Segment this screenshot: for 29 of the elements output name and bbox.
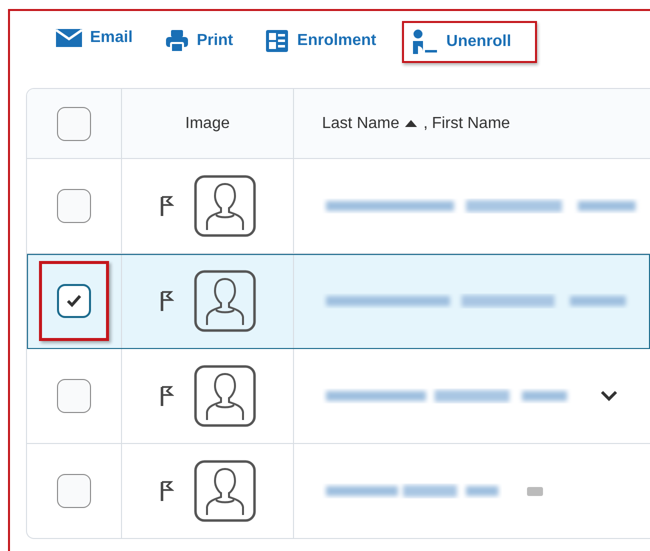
user-icon [194,365,256,427]
checkbox[interactable] [57,379,91,413]
checkbox[interactable] [57,106,91,140]
checkbox[interactable] [57,284,91,318]
checkbox[interactable] [57,189,91,223]
user-minus-icon [412,29,438,55]
column-header[interactable]: Last Name [322,114,400,132]
flag-icon[interactable] [160,385,174,407]
user-icon [194,175,256,237]
checkbox[interactable] [57,474,91,508]
toolbar-button[interactable]: Unenroll [402,21,538,63]
toolbar-button[interactable]: Enrolment [259,21,390,61]
separator: , [423,114,428,132]
flag-icon[interactable] [160,195,174,217]
toolbar-button[interactable]: Email [50,21,147,55]
checkmark-icon [66,294,82,308]
user-icon [194,270,256,332]
sort-icon[interactable] [405,120,418,127]
toolbar-button[interactable]: Print [158,21,248,61]
column-header[interactable]: First Name [432,114,510,132]
flag-icon[interactable] [160,480,174,502]
chevron-down-icon[interactable] [600,390,618,402]
id-card-icon [265,29,290,53]
table-row[interactable] [27,254,650,349]
user-icon [194,460,256,522]
mail-icon [56,29,82,47]
flag-icon[interactable] [160,290,174,312]
column-header: Image [185,114,230,132]
print-icon [164,29,189,53]
